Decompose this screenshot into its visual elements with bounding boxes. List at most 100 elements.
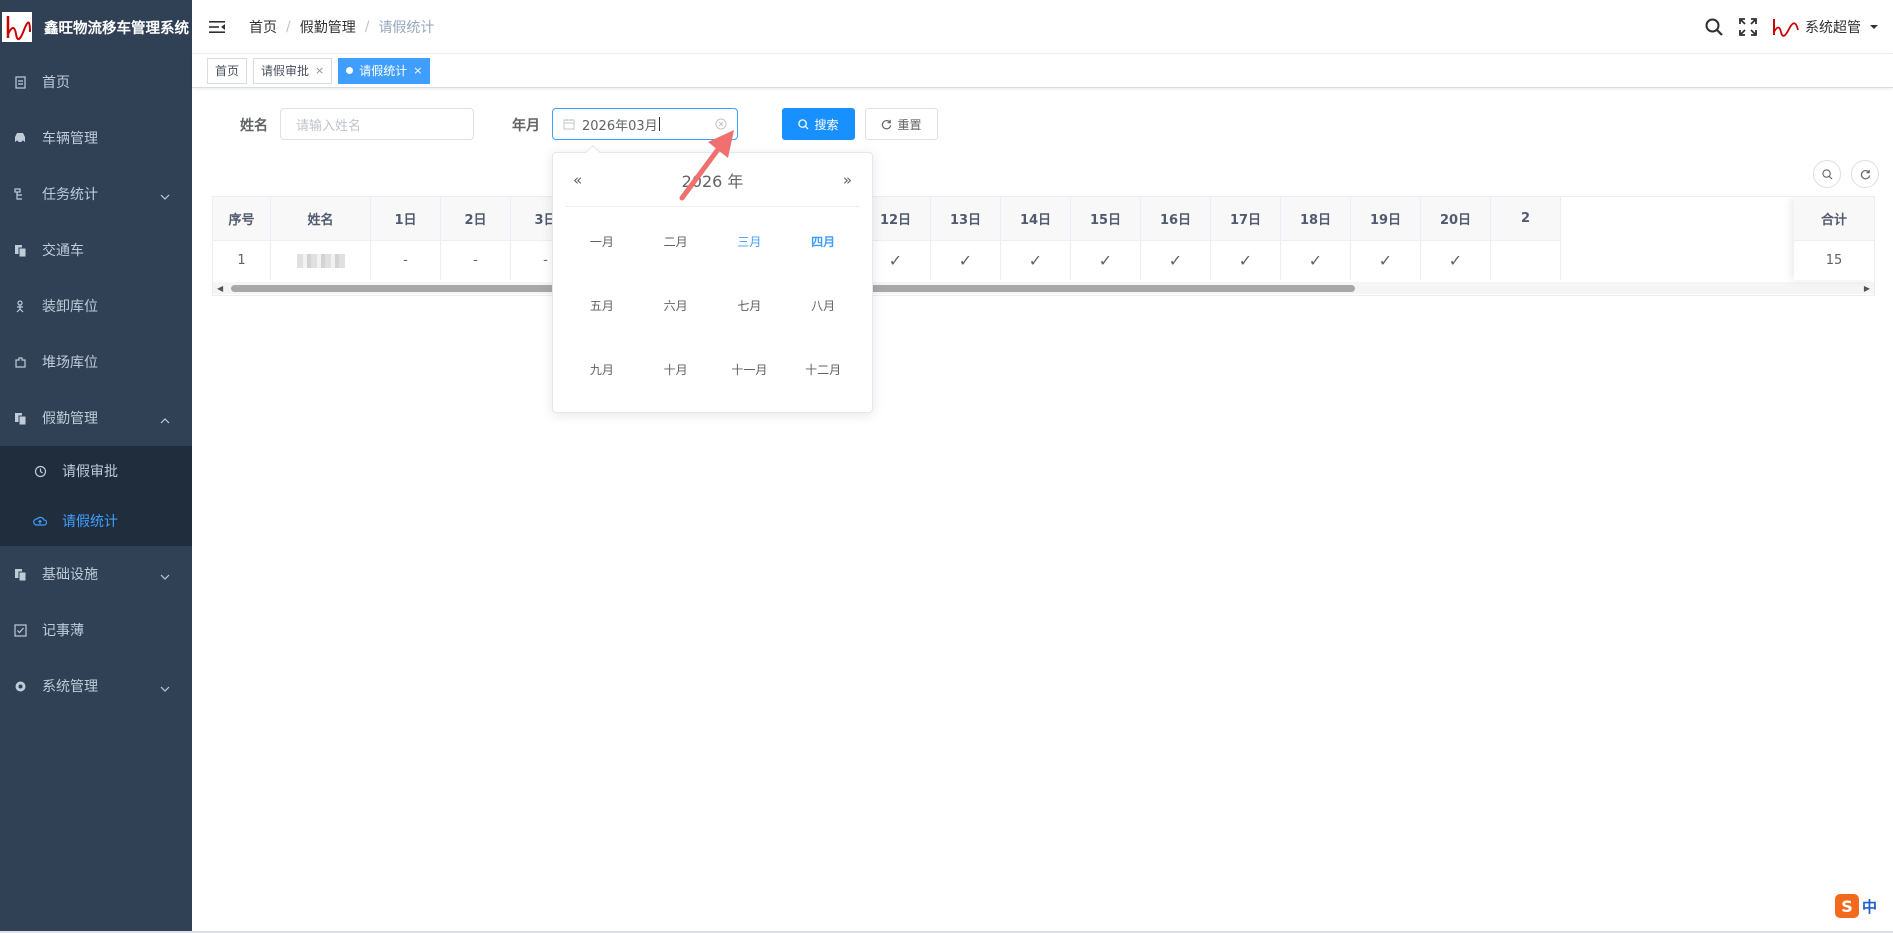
- day-cell: -: [371, 241, 441, 280]
- sidebar-item-label: 请假审批: [62, 464, 118, 480]
- month-option[interactable]: 一月: [565, 209, 639, 273]
- copy-icon: [12, 410, 28, 426]
- month-label: 年月: [512, 118, 540, 134]
- month-option[interactable]: 十一月: [713, 337, 787, 401]
- name-input[interactable]: 请输入姓名: [280, 108, 474, 140]
- sidebar-item-label: 装卸库位: [42, 299, 98, 315]
- checkmark-cell: ✓: [1421, 241, 1491, 280]
- tab-label: 请假统计: [359, 63, 408, 78]
- submenu-attendance: 请假审批请假统计: [0, 446, 192, 546]
- breadcrumb-section[interactable]: 假勤管理: [300, 17, 356, 37]
- sidebar-item-attendance[interactable]: 假勤管理: [0, 390, 192, 446]
- month-option[interactable]: 十月: [639, 337, 713, 401]
- month-option[interactable]: 五月: [565, 273, 639, 337]
- avatar[interactable]: [1771, 17, 1799, 37]
- leave-stats-table: 序号姓名1日2日3日8日9日10日11日12日13日14日15日16日17日18…: [212, 196, 1875, 296]
- hamburger-icon[interactable]: [209, 19, 225, 35]
- month-option[interactable]: 八月: [786, 273, 860, 337]
- sidebar-item-task-stats[interactable]: 任务统计: [0, 166, 192, 222]
- column-header: 17日: [1211, 197, 1281, 240]
- month-option[interactable]: 九月: [565, 337, 639, 401]
- column-header: 18日: [1281, 197, 1351, 240]
- text-cursor: [658, 117, 660, 131]
- refresh-icon: [881, 119, 892, 130]
- month-option[interactable]: 二月: [639, 209, 713, 273]
- document-icon: [12, 74, 28, 90]
- column-header: 2日: [441, 197, 511, 240]
- column-header: 1日: [371, 197, 441, 240]
- name-label: 姓名: [240, 118, 268, 134]
- sidebar-item-label: 基础设施: [42, 567, 98, 583]
- breadcrumb: 首页 / 假勤管理 / 请假统计: [249, 17, 434, 37]
- sidebar-item-loading-slot[interactable]: 装卸库位: [0, 278, 192, 334]
- month-grid: 一月 二月 三月 四月五月 六月 七月 八月九月 十月 十一月 十二月: [553, 209, 872, 401]
- tab-leave-approval[interactable]: 请假审批 ×: [253, 57, 333, 84]
- total-cell: 15: [1794, 240, 1874, 280]
- clear-icon[interactable]: [715, 118, 727, 130]
- tags-view: 首页 请假审批 × 请假统计 ×: [192, 54, 1893, 88]
- checkmark-cell: ✓: [1071, 241, 1141, 280]
- person-icon: [12, 298, 28, 314]
- car-icon: [12, 130, 28, 146]
- day-cell: -: [441, 241, 511, 280]
- scroll-right-icon[interactable]: ▶: [1864, 284, 1870, 293]
- chevron-down-icon: [160, 188, 170, 204]
- search-button[interactable]: 搜索: [782, 108, 855, 140]
- horizontal-scrollbar[interactable]: ◀ ▶: [213, 282, 1874, 294]
- column-header: 14日: [1001, 197, 1071, 240]
- month-option[interactable]: 六月: [639, 273, 713, 337]
- tab-home[interactable]: 首页: [207, 57, 248, 84]
- sidebar-item-leave-stats[interactable]: 请假统计: [0, 496, 192, 546]
- search-icon[interactable]: [1703, 16, 1725, 38]
- sidebar-item-leave-approval[interactable]: 请假审批: [0, 446, 192, 496]
- annotation-arrow-icon: [679, 130, 734, 201]
- prev-year-icon[interactable]: «: [573, 171, 582, 189]
- breadcrumb-separator: /: [364, 18, 370, 35]
- ime-indicator[interactable]: S 中: [1835, 893, 1893, 919]
- sidebar-item-shuttle[interactable]: 交通车: [0, 222, 192, 278]
- month-option[interactable]: 十二月: [786, 337, 860, 401]
- sidebar-item-yard-slot[interactable]: 堆场库位: [0, 334, 192, 390]
- fullscreen-icon[interactable]: [1737, 16, 1759, 38]
- copy-icon: [12, 566, 28, 582]
- close-icon[interactable]: ×: [315, 59, 324, 83]
- tab-leave-stats[interactable]: 请假统计 ×: [338, 57, 431, 84]
- name-placeholder: 请输入姓名: [296, 118, 362, 134]
- search-form: 姓名 请输入姓名 年月 2026年03月 搜索 重置: [192, 106, 1893, 142]
- column-header: 13日: [931, 197, 1001, 240]
- month-option[interactable]: 三月: [713, 209, 787, 273]
- sidebar-item-label: 堆场库位: [42, 355, 98, 371]
- app-logo[interactable]: 鑫旺物流移车管理系统: [0, 0, 192, 54]
- toggle-search-button[interactable]: [1813, 160, 1841, 188]
- breadcrumb-home[interactable]: 首页: [249, 17, 277, 37]
- tab-label: 请假审批: [261, 63, 310, 78]
- sidebar-item-notebook[interactable]: 记事薄: [0, 602, 192, 658]
- sidebar-item-home[interactable]: 首页: [0, 54, 192, 110]
- checkbox-icon: [12, 622, 28, 638]
- sidebar-item-infrastructure[interactable]: 基础设施: [0, 546, 192, 602]
- caret-down-icon[interactable]: [1869, 24, 1879, 30]
- upload-cloud-icon: [32, 513, 48, 529]
- search-icon: [1821, 168, 1832, 179]
- next-year-icon[interactable]: »: [843, 171, 852, 189]
- search-icon: [798, 118, 810, 130]
- sidebar-item-system[interactable]: 系统管理: [0, 658, 192, 714]
- close-icon[interactable]: ×: [413, 59, 422, 83]
- refresh-table-button[interactable]: [1851, 160, 1879, 188]
- checkmark-cell: ✓: [1281, 241, 1351, 280]
- index-cell: 1: [213, 241, 271, 280]
- user-name[interactable]: 系统超管: [1805, 17, 1861, 37]
- logo-icon: [2, 12, 32, 42]
- chevron-down-icon: [160, 568, 170, 584]
- month-value: 2026年03月: [582, 118, 658, 134]
- puzzle-icon: [12, 354, 28, 370]
- table-row[interactable]: 1-----✓✓✓✓✓✓✓✓✓✓✓: [213, 240, 1561, 280]
- month-option[interactable]: 四月: [786, 209, 860, 273]
- tree-icon: [12, 186, 28, 202]
- scroll-left-icon[interactable]: ◀: [217, 284, 223, 293]
- breadcrumb-separator: /: [286, 18, 291, 35]
- month-option[interactable]: 七月: [713, 273, 787, 337]
- reset-button[interactable]: 重置: [865, 108, 938, 140]
- app-title: 鑫旺物流移车管理系统: [44, 20, 189, 37]
- sidebar-item-vehicle[interactable]: 车辆管理: [0, 110, 192, 166]
